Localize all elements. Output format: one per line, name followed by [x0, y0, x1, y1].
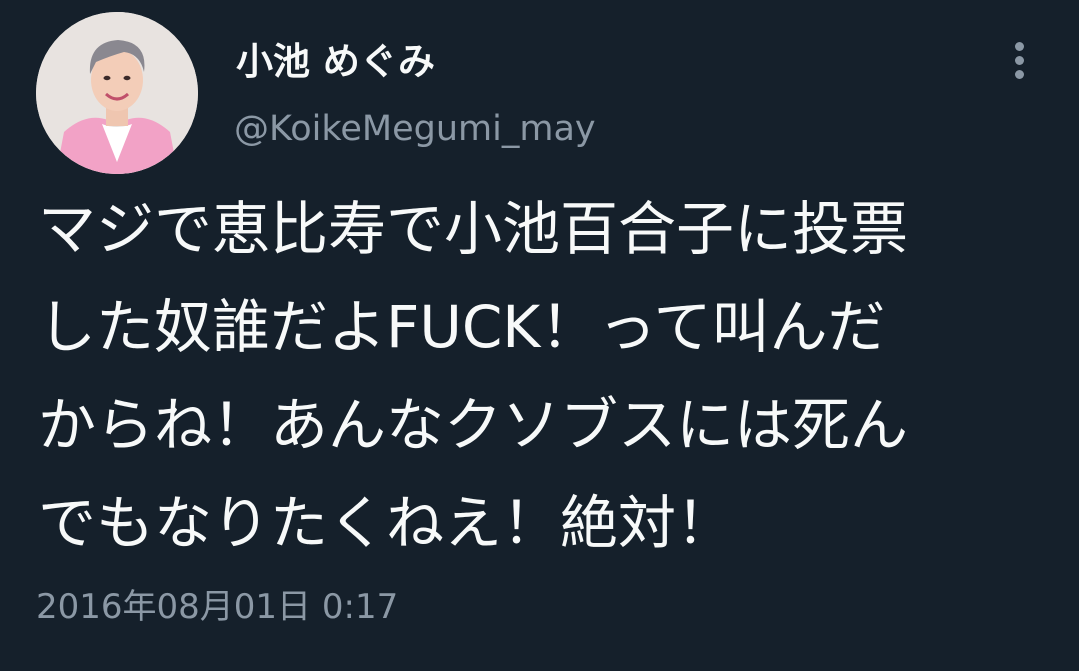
- tweet-line: でもなりたくねえ！絶対！: [38, 489, 735, 557]
- user-handle[interactable]: @KoikeMegumi_may: [234, 105, 596, 153]
- more-vertical-icon[interactable]: [1000, 38, 1040, 82]
- tweet-text: マジで恵比寿で小池百合子に投票 した奴誰だよFUCK！って叫んだ からね！あんな…: [38, 180, 1058, 572]
- tweet-line: マジで恵比寿で小池百合子に投票: [38, 195, 909, 263]
- tweet-card: 小池 めぐみ @KoikeMegumi_may マジで恵比寿で小池百合子に投票 …: [0, 0, 1079, 671]
- tweet-timestamp[interactable]: 2016年08月01日 0:17: [36, 582, 398, 632]
- avatar[interactable]: [36, 12, 198, 174]
- tweet-line: からね！あんなクソブスには死ん: [38, 391, 909, 459]
- avatar-photo: [36, 12, 198, 174]
- display-name[interactable]: 小池 めぐみ: [236, 38, 435, 86]
- tweet-line: した奴誰だよFUCK！って叫んだ: [38, 293, 886, 361]
